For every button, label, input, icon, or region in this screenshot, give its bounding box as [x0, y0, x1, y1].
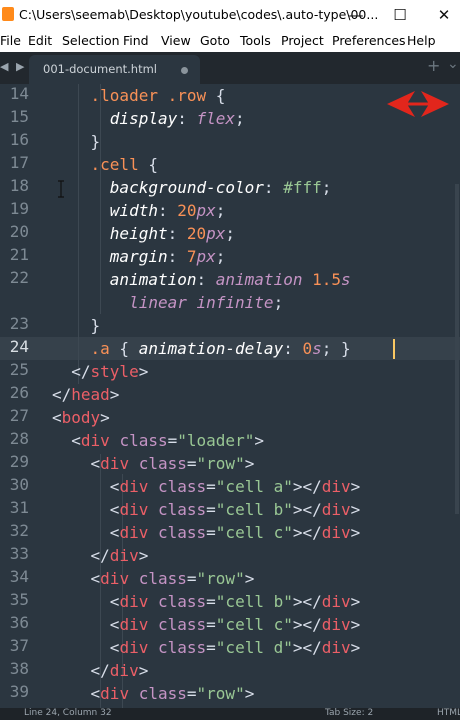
tab-overflow-icon[interactable]: ⌄ — [447, 56, 459, 72]
tab-001-document[interactable]: 001-document.html — [29, 55, 200, 84]
line-number: 38 — [9, 659, 29, 678]
channel-logo-icon — [387, 91, 449, 117]
menu-preferences[interactable]: Preferences — [332, 33, 406, 48]
line-number: 35 — [9, 590, 29, 609]
line-number: 31 — [9, 498, 29, 517]
scrollbar[interactable] — [455, 184, 459, 514]
code-line-30: <div class="cell a"></div> — [109, 477, 361, 496]
menu-bar: File Edit Selection Find View Goto Tools… — [0, 30, 460, 52]
code-line-25: </style> — [71, 362, 149, 381]
menu-help[interactable]: Help — [407, 33, 436, 48]
code-line-29: <div class="row"> — [90, 454, 255, 473]
code-line-28: <div class="loader"> — [71, 431, 264, 450]
unsaved-dot-icon[interactable] — [181, 67, 188, 74]
ibeam-cursor-icon — [58, 180, 64, 198]
maximize-button[interactable]: ☐ — [383, 0, 417, 30]
line-number: 29 — [9, 452, 29, 471]
code-line-39: <div class="row"> — [90, 684, 255, 703]
code-line-23: } — [52, 316, 101, 335]
text-caret — [393, 339, 395, 359]
menu-tools[interactable]: Tools — [240, 33, 271, 48]
line-number: 17 — [9, 153, 29, 172]
code-line-17: .cell { — [90, 155, 158, 174]
code-line-18: background-color: #fff; — [109, 178, 332, 197]
tab-bar: ◀ ▶ 001-document.html + ⌄ — [0, 52, 460, 84]
menu-file[interactable]: File — [0, 33, 21, 48]
line-number: 15 — [9, 107, 29, 126]
tab-size-selector[interactable]: Tab Size: 2 — [325, 708, 373, 718]
code-line-26: </head> — [52, 385, 120, 404]
menu-project[interactable]: Project — [281, 33, 324, 48]
line-number: 26 — [9, 383, 29, 402]
line-number: 27 — [9, 406, 29, 425]
cursor-position: Line 24, Column 32 — [24, 708, 112, 718]
code-line-38: </div> — [90, 661, 149, 680]
line-number: 33 — [9, 544, 29, 563]
line-number: 25 — [9, 360, 29, 379]
line-number: 18 — [9, 176, 29, 195]
code-line-16: } — [52, 132, 101, 151]
code-line-22: animation: animation 1.5s — [109, 270, 351, 289]
line-number: 23 — [9, 314, 29, 333]
code-editor[interactable]: 14 15 16 17 18 19 20 21 22 23 24 25 26 2… — [0, 84, 460, 708]
code-line-36: <div class="cell c"></div> — [109, 615, 361, 634]
syntax-selector[interactable]: HTML — [437, 708, 460, 718]
line-number: 28 — [9, 429, 29, 448]
window-title: C:\Users\seemab\Desktop\youtube\codes\.a… — [19, 7, 379, 22]
code-line-22-wrap: linear infinite; — [129, 293, 284, 312]
menu-find[interactable]: Find — [123, 33, 149, 48]
line-number: 36 — [9, 613, 29, 632]
line-number: 20 — [9, 222, 29, 241]
line-number: 32 — [9, 521, 29, 540]
code-line-15: display: flex; — [109, 109, 245, 128]
title-bar: C:\Users\seemab\Desktop\youtube\codes\.a… — [0, 0, 460, 30]
line-number: 16 — [9, 130, 29, 149]
code-line-33: </div> — [90, 546, 149, 565]
menu-selection[interactable]: Selection — [62, 33, 120, 48]
menu-view[interactable]: View — [161, 33, 191, 48]
tab-label: 001-document.html — [43, 62, 157, 76]
line-number: 21 — [9, 245, 29, 264]
menu-goto[interactable]: Goto — [200, 33, 230, 48]
line-number: 34 — [9, 567, 29, 586]
code-line-34: <div class="row"> — [90, 569, 255, 588]
line-number-active: 24 — [9, 337, 29, 356]
code-line-19: width: 20px; — [109, 201, 226, 220]
code-line-27: <body> — [52, 408, 110, 427]
code-line-32: <div class="cell c"></div> — [109, 523, 361, 542]
tab-nav-arrows-icon[interactable]: ◀ ▶ — [0, 60, 26, 73]
line-number: 30 — [9, 475, 29, 494]
code-line-20: height: 20px; — [109, 224, 236, 243]
code-line-37: <div class="cell d"></div> — [109, 638, 361, 657]
menu-edit[interactable]: Edit — [28, 33, 52, 48]
code-line-24: .a { animation-delay: 0s; } — [90, 339, 351, 358]
new-tab-icon[interactable]: + — [427, 56, 440, 75]
code-line-35: <div class="cell b"></div> — [109, 592, 361, 611]
code-line-21: margin: 7px; — [109, 247, 226, 266]
close-button[interactable]: ✕ — [427, 0, 460, 30]
status-bar: Line 24, Column 32 Tab Size: 2 HTML — [0, 708, 460, 720]
line-number: 19 — [9, 199, 29, 218]
line-number: 37 — [9, 636, 29, 655]
sublime-text-icon — [2, 7, 14, 21]
line-number: 22 — [9, 268, 29, 287]
minimize-button[interactable]: — — [339, 0, 373, 30]
line-number: 39 — [9, 682, 29, 701]
line-number: 14 — [9, 84, 29, 103]
code-line-31: <div class="cell b"></div> — [109, 500, 361, 519]
code-line-14: .loader .row { — [90, 86, 226, 105]
